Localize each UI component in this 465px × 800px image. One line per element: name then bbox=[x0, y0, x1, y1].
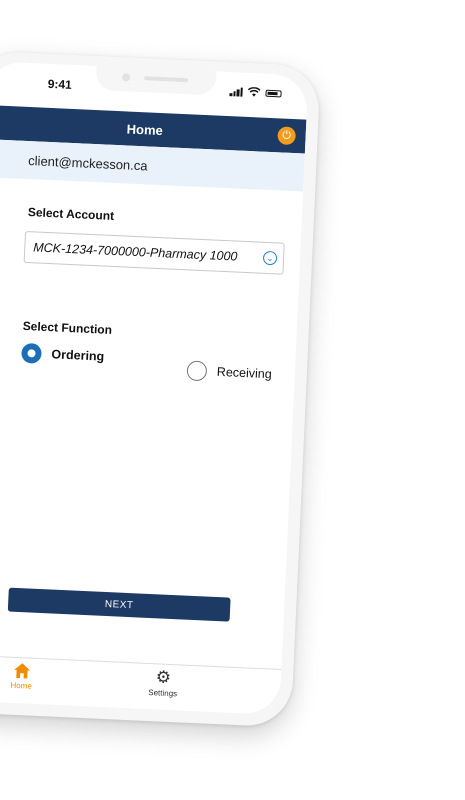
speaker-grille bbox=[144, 76, 189, 83]
stage: 9:41 Home ⏻ client@mckesson.ca Select Ac… bbox=[0, 0, 465, 800]
home-icon bbox=[13, 663, 30, 679]
signal-icon bbox=[229, 87, 243, 97]
phone-screen: 9:41 Home ⏻ client@mckesson.ca Select Ac… bbox=[0, 61, 309, 715]
bottom-tab-bar: Home ⚙ Settings bbox=[0, 654, 282, 715]
tab-home-label: Home bbox=[10, 680, 32, 691]
radio-ordering-label: Ordering bbox=[51, 347, 105, 364]
phone-frame: 9:41 Home ⏻ client@mckesson.ca Select Ac… bbox=[0, 50, 321, 728]
select-function-label: Select Function bbox=[22, 318, 113, 337]
tab-home[interactable]: Home bbox=[10, 662, 33, 691]
power-icon[interactable]: ⏻ bbox=[277, 126, 297, 146]
next-button[interactable]: NEXT bbox=[7, 587, 231, 622]
status-icons bbox=[229, 86, 282, 98]
radio-selected-indicator[interactable] bbox=[21, 342, 42, 364]
radio-receiving[interactable]: Receiving bbox=[186, 360, 272, 384]
account-select-value: MCK-1234-7000000-Pharmacy 1000 bbox=[33, 240, 238, 264]
tab-settings[interactable]: ⚙ Settings bbox=[148, 667, 178, 699]
chevron-down-icon: ⌄ bbox=[262, 250, 278, 266]
gear-icon: ⚙ bbox=[155, 667, 172, 688]
radio-unselected-indicator[interactable] bbox=[186, 360, 208, 382]
account-email: client@mckesson.ca bbox=[27, 152, 148, 173]
tab-settings-label: Settings bbox=[148, 688, 178, 699]
wifi-icon bbox=[247, 87, 261, 97]
page-title: Home bbox=[126, 120, 164, 138]
notch bbox=[95, 64, 217, 96]
radio-receiving-label: Receiving bbox=[216, 364, 273, 382]
status-time: 9:41 bbox=[47, 76, 73, 92]
account-select[interactable]: MCK-1234-7000000-Pharmacy 1000 ⌄ bbox=[23, 230, 285, 275]
radio-ordering[interactable]: Ordering bbox=[21, 342, 105, 367]
select-account-label: Select Account bbox=[27, 205, 115, 223]
camera-icon bbox=[121, 73, 131, 82]
battery-icon bbox=[265, 89, 282, 97]
